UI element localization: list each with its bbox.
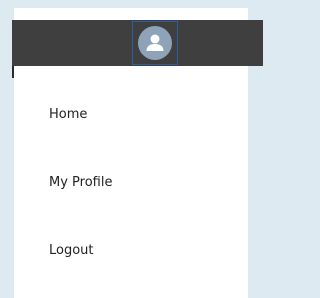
app-frame: Home My Profile Logout bbox=[0, 0, 263, 298]
menu-item-label: Home bbox=[49, 106, 88, 122]
user-menu: Home My Profile Logout bbox=[14, 80, 248, 284]
avatar bbox=[138, 26, 172, 60]
top-bar-edge bbox=[12, 66, 14, 78]
menu-item-my-profile[interactable]: My Profile bbox=[14, 148, 248, 216]
user-icon bbox=[146, 34, 164, 51]
menu-item-label: My Profile bbox=[49, 174, 113, 190]
user-avatar-button[interactable] bbox=[132, 21, 178, 65]
menu-item-label: Logout bbox=[49, 242, 94, 258]
menu-item-logout[interactable]: Logout bbox=[14, 216, 248, 284]
menu-item-home[interactable]: Home bbox=[14, 80, 248, 148]
